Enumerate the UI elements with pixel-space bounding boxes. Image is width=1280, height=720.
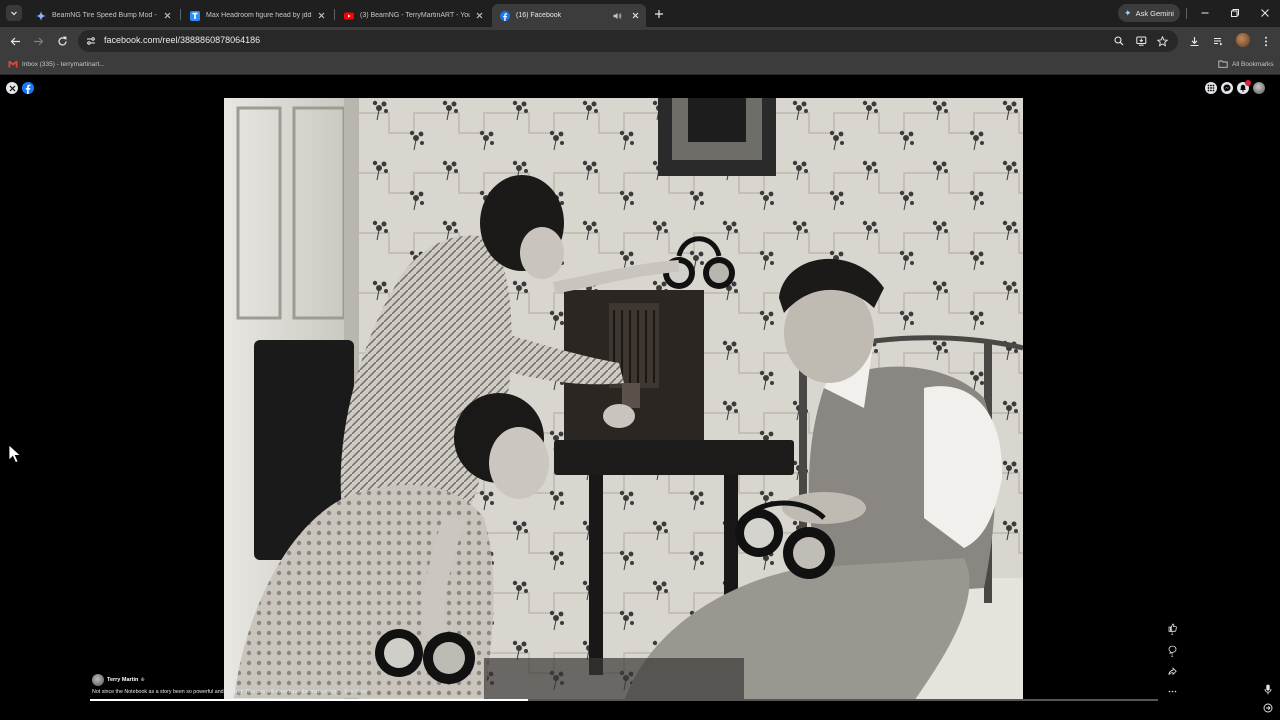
tab-title: (16) Facebook — [516, 12, 562, 19]
close-icon[interactable] — [630, 11, 640, 21]
share-button[interactable] — [1165, 664, 1179, 678]
tab-title: (3) BeamNG - TerryMartinART - YouTube — [360, 12, 470, 19]
more-vert-icon — [1265, 36, 1267, 46]
close-icon[interactable] — [316, 11, 326, 21]
video-progress-bar[interactable] — [90, 699, 1158, 701]
bookmarks-bar: Inbox (335) - terrymartinart... All Book… — [0, 55, 1280, 75]
magnifier-icon — [1114, 36, 1124, 46]
thingiverse-t-icon — [190, 10, 200, 21]
close-reel-button[interactable] — [6, 82, 18, 94]
author-avatar[interactable] — [92, 674, 104, 686]
restore-button[interactable] — [1229, 7, 1241, 19]
chrome-menu-button[interactable] — [1259, 34, 1273, 48]
reel-video-frame — [224, 98, 1023, 701]
see-more-link[interactable]: See more — [344, 689, 367, 695]
reel-video[interactable] — [224, 98, 1023, 701]
facebook-logo[interactable] — [22, 82, 34, 94]
reel-viewer: 1 1 Terry Martin ⊕ Not since the Noteboo… — [0, 76, 1280, 720]
gmail-icon — [8, 60, 18, 68]
video-progress-fill — [90, 699, 528, 701]
globe-icon: ⊕ — [140, 677, 145, 683]
caption-text: Not since the Notebook as a story been s… — [92, 689, 341, 695]
bookmark-star-button[interactable] — [1155, 34, 1169, 48]
facebook-icon — [500, 10, 510, 21]
tab-beamng-google[interactable]: BeamNG Tire Speed Bump Mod - Google — [28, 4, 178, 27]
arrow-circle-icon — [1263, 703, 1273, 713]
ask-gemini-label: Ask Gemini — [1135, 8, 1174, 18]
close-icon — [1261, 9, 1269, 17]
youtube-icon — [344, 12, 354, 19]
chevron-down-icon — [11, 11, 17, 16]
star-icon — [1156, 35, 1168, 47]
bookmark-label: Inbox (335) - terrymartinart... — [22, 60, 105, 68]
media-controls-button[interactable] — [1211, 34, 1225, 48]
tab-search-button[interactable] — [6, 5, 22, 21]
messenger-button[interactable] — [1221, 82, 1233, 94]
zoom-button[interactable] — [1112, 34, 1126, 48]
tab-youtube[interactable]: (3) BeamNG - TerryMartinART - YouTube — [336, 4, 490, 27]
bookmark-gmail-inbox[interactable]: Inbox (335) - terrymartinart... — [8, 59, 105, 69]
arrow-left-icon — [10, 37, 20, 45]
tab-strip: BeamNG Tire Speed Bump Mod - Google Max … — [0, 0, 1280, 27]
more-options-button[interactable] — [1165, 684, 1179, 698]
minimize-button[interactable] — [1199, 7, 1211, 19]
install-app-button[interactable] — [1134, 34, 1148, 48]
account-avatar[interactable] — [1253, 82, 1265, 94]
tab-title: Max Headroom figure head by jdd3007 — [206, 12, 312, 19]
gemini-sparkle-icon: ✦ — [1124, 7, 1132, 18]
forward-button[interactable] — [31, 34, 45, 48]
microphone-icon — [1264, 684, 1272, 694]
close-icon — [9, 85, 15, 91]
more-horiz-icon — [1168, 690, 1176, 692]
window-close-button[interactable] — [1259, 7, 1271, 19]
mouse-cursor-icon — [8, 444, 22, 464]
bookmark-label: All Bookmarks — [1232, 60, 1274, 68]
new-tab-button[interactable] — [652, 7, 665, 20]
tab-separator — [180, 9, 181, 20]
back-button[interactable] — [8, 34, 22, 48]
share-icon — [1168, 666, 1177, 675]
close-icon[interactable] — [162, 11, 172, 21]
download-icon — [1190, 36, 1198, 46]
all-bookmarks-button[interactable]: All Bookmarks — [1218, 59, 1274, 69]
gemini-sparkle-icon — [36, 10, 46, 21]
profile-avatar[interactable] — [1236, 33, 1250, 47]
tab-max-headroom[interactable]: Max Headroom figure head by jdd3007 — [182, 4, 332, 27]
site-info-icon[interactable] — [85, 35, 97, 47]
tab-separator — [334, 9, 335, 20]
grid-menu-icon — [1207, 84, 1215, 92]
mute-button[interactable] — [1262, 682, 1274, 696]
downloads-button[interactable] — [1187, 34, 1201, 48]
url-text[interactable]: facebook.com/reel/3888860878064186 — [104, 35, 260, 45]
reload-button[interactable] — [55, 34, 69, 48]
plus-icon — [654, 9, 663, 18]
ask-gemini-button[interactable]: ✦ Ask Gemini — [1118, 4, 1180, 22]
separator — [1186, 8, 1187, 19]
minimize-icon — [1201, 12, 1209, 14]
browser-toolbar: facebook.com/reel/3888860878064186 — [0, 27, 1280, 55]
folder-icon — [1218, 60, 1228, 68]
speaker-icon[interactable] — [612, 11, 622, 21]
playlist-icon — [1213, 37, 1222, 45]
menu-button[interactable] — [1205, 82, 1217, 94]
address-bar[interactable]: facebook.com/reel/3888860878064186 — [78, 30, 1178, 52]
next-reel-button[interactable] — [1262, 702, 1274, 714]
post-caption: Not since the Notebook as a story been s… — [92, 689, 367, 695]
close-icon[interactable] — [474, 11, 484, 21]
arrow-right-icon — [33, 37, 43, 45]
reload-icon — [57, 36, 67, 46]
author-name[interactable]: Terry Martin — [107, 677, 138, 683]
facebook-icon — [22, 82, 34, 94]
tab-facebook[interactable]: (16) Facebook — [492, 4, 646, 27]
comment-count: 1 — [1170, 653, 1174, 659]
notification-badge — [1245, 80, 1251, 86]
notifications-button[interactable] — [1237, 80, 1251, 94]
messenger-icon — [1223, 84, 1231, 92]
tab-title: BeamNG Tire Speed Bump Mod - Google — [52, 12, 158, 19]
install-icon — [1135, 36, 1146, 46]
like-count: 1 — [1170, 631, 1174, 637]
restore-icon — [1231, 9, 1239, 17]
post-author[interactable]: Terry Martin ⊕ — [92, 674, 145, 686]
